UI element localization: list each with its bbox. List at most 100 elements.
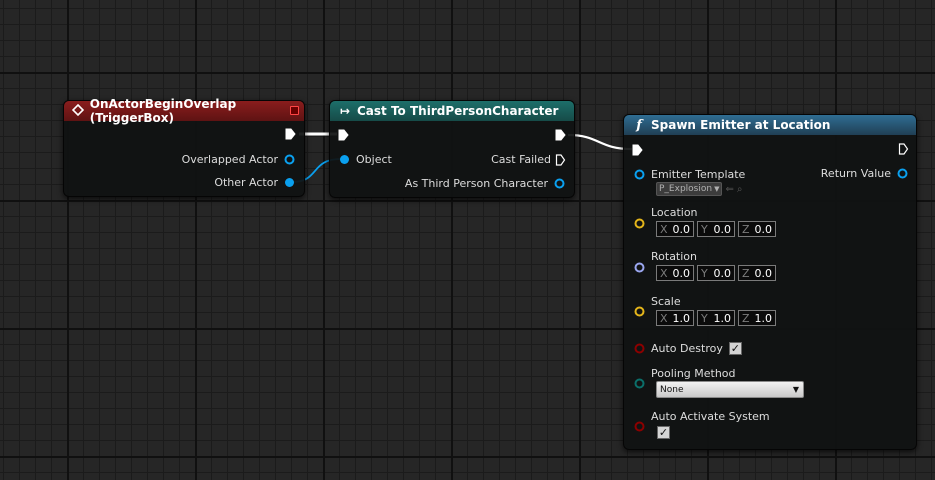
x-axis-label: X	[660, 222, 668, 236]
other-actor-label: Other Actor	[214, 176, 278, 189]
scale-z-value: 1.0	[754, 311, 773, 325]
z-axis-label: Z	[742, 311, 750, 325]
emitter-template-combo[interactable]: P_Explosion ▼	[656, 182, 723, 196]
cast-object-pin-icon[interactable]	[339, 154, 350, 165]
pooling-method-row: Pooling Method	[634, 367, 736, 380]
location-vector-fields: X 0.0 Y 0.0 Z 0.0	[656, 221, 776, 237]
spawn-emitter-node[interactable]: f Spawn Emitter at Location Emitter Temp…	[623, 114, 917, 450]
cast-exec-out-pin-icon[interactable]	[555, 129, 566, 141]
auto-activate-row: Auto Activate System	[634, 410, 770, 423]
as-third-person-row: As Third Person Character	[405, 177, 565, 190]
as-third-person-label: As Third Person Character	[404, 177, 548, 190]
spawn-exec-out-row	[898, 143, 909, 155]
as-third-person-pin-icon[interactable]	[554, 178, 565, 189]
cast-exec-in-pin-icon[interactable]	[338, 129, 349, 141]
z-axis-label: Z	[742, 266, 750, 280]
pooling-method-value: None	[660, 384, 684, 395]
location-x-value: 0.0	[672, 222, 691, 236]
exec-out-pin-icon[interactable]	[285, 128, 296, 140]
scale-x-value: 1.0	[672, 311, 691, 325]
cast-node-header[interactable]: ↦ Cast To ThirdPersonCharacter	[330, 101, 574, 121]
location-y-value: 0.0	[713, 222, 732, 236]
return-value-pin-icon[interactable]	[897, 168, 908, 179]
rotation-x-field[interactable]: X 0.0	[656, 265, 694, 281]
auto-destroy-row: Auto Destroy ✓	[634, 342, 742, 355]
other-actor-row: Other Actor	[214, 176, 295, 189]
scale-pin-icon[interactable]	[634, 306, 645, 317]
location-z-field[interactable]: Z 0.0	[738, 221, 776, 237]
location-x-field[interactable]: X 0.0	[656, 221, 694, 237]
emitter-template-value: P_Explosion	[659, 184, 713, 194]
rotation-z-field[interactable]: Z 0.0	[738, 265, 776, 281]
x-axis-label: X	[660, 311, 668, 325]
pooling-method-label: Pooling Method	[651, 367, 736, 380]
spawn-node-title: Spawn Emitter at Location	[651, 118, 831, 132]
overlapped-actor-row: Overlapped Actor	[182, 153, 295, 166]
spawn-exec-out-pin-icon[interactable]	[898, 143, 909, 155]
browse-search-icon[interactable]: ⌕	[737, 184, 743, 195]
rotation-z-value: 0.0	[754, 266, 773, 280]
y-axis-label: Y	[701, 222, 708, 236]
emitter-template-label: Emitter Template	[651, 168, 746, 181]
rotation-pin-icon[interactable]	[634, 262, 645, 273]
cast-node-title: Cast To ThirdPersonCharacter	[357, 104, 559, 118]
y-axis-label: Y	[701, 311, 708, 325]
x-axis-label: X	[660, 266, 668, 280]
auto-activate-pin-icon[interactable]	[634, 421, 645, 432]
spawn-exec-in-pin-icon[interactable]	[632, 144, 643, 156]
overlapped-actor-pin-icon[interactable]	[284, 154, 295, 165]
emitter-template-pin-icon[interactable]	[634, 169, 645, 180]
scale-y-field[interactable]: Y 1.0	[697, 310, 735, 326]
rotation-y-value: 0.0	[713, 266, 732, 280]
delegate-pin-icon[interactable]	[290, 106, 299, 115]
return-value-label: Return Value	[820, 167, 891, 180]
scale-y-value: 1.0	[713, 311, 732, 325]
location-label: Location	[651, 206, 698, 219]
cast-arrow-icon: ↦	[339, 104, 351, 118]
rotation-label: Rotation	[651, 250, 698, 263]
y-axis-label: Y	[701, 266, 708, 280]
auto-destroy-pin-icon[interactable]	[634, 343, 645, 354]
use-selected-arrow-icon[interactable]: ⇐	[725, 184, 733, 195]
auto-destroy-checkbox[interactable]: ✓	[728, 342, 742, 355]
auto-activate-label: Auto Activate System	[651, 410, 770, 423]
function-icon: f	[636, 117, 642, 133]
spawn-exec-in-row	[632, 144, 643, 156]
cast-exec-out-row	[555, 129, 566, 141]
overlapped-actor-label: Overlapped Actor	[181, 153, 278, 166]
event-exec-out-row	[285, 128, 296, 140]
scale-label: Scale	[651, 295, 681, 308]
spawn-node-header[interactable]: f Spawn Emitter at Location	[624, 115, 916, 135]
emitter-template-row: Emitter Template	[634, 168, 745, 181]
location-pin-icon[interactable]	[634, 218, 645, 229]
event-diamond-icon	[72, 103, 85, 119]
scale-x-field[interactable]: X 1.0	[656, 310, 694, 326]
rotation-vector-fields: X 0.0 Y 0.0 Z 0.0	[656, 265, 776, 281]
cast-node[interactable]: ↦ Cast To ThirdPersonCharacter Object Ca…	[329, 100, 575, 198]
cast-exec-in-row	[338, 129, 349, 141]
auto-activate-checkbox[interactable]: ✓	[657, 426, 670, 439]
location-z-value: 0.0	[754, 222, 773, 236]
pooling-method-dropdown[interactable]: None ▼	[656, 381, 804, 398]
event-node-on-actor-begin-overlap[interactable]: OnActorBeginOverlap (TriggerBox) Overlap…	[63, 97, 305, 197]
scale-z-field[interactable]: Z 1.0	[738, 310, 776, 326]
scale-vector-fields: X 1.0 Y 1.0 Z 1.0	[656, 310, 776, 326]
cast-failed-label: Cast Failed	[491, 153, 551, 166]
cast-failed-row: Cast Failed	[491, 153, 566, 166]
pooling-method-pin-icon[interactable]	[634, 378, 645, 389]
rotation-y-field[interactable]: Y 0.0	[697, 265, 735, 281]
event-node-title: OnActorBeginOverlap (TriggerBox)	[89, 97, 237, 125]
emitter-template-asset-picker[interactable]: P_Explosion ▼ ⇐ ⌕	[656, 182, 742, 196]
cast-failed-exec-pin-icon[interactable]	[555, 153, 566, 166]
cast-object-row: Object	[339, 153, 392, 166]
other-actor-pin-icon[interactable]	[284, 177, 295, 188]
event-node-header[interactable]: OnActorBeginOverlap (TriggerBox)	[64, 97, 304, 125]
auto-destroy-label: Auto Destroy	[651, 342, 723, 355]
rotation-x-value: 0.0	[672, 266, 691, 280]
z-axis-label: Z	[742, 222, 750, 236]
dropdown-arrow-icon: ▼	[792, 385, 799, 394]
location-y-field[interactable]: Y 0.0	[697, 221, 735, 237]
combo-arrow-icon: ▼	[714, 185, 720, 193]
return-value-row: Return Value	[821, 167, 908, 180]
cast-object-label: Object	[356, 153, 392, 166]
